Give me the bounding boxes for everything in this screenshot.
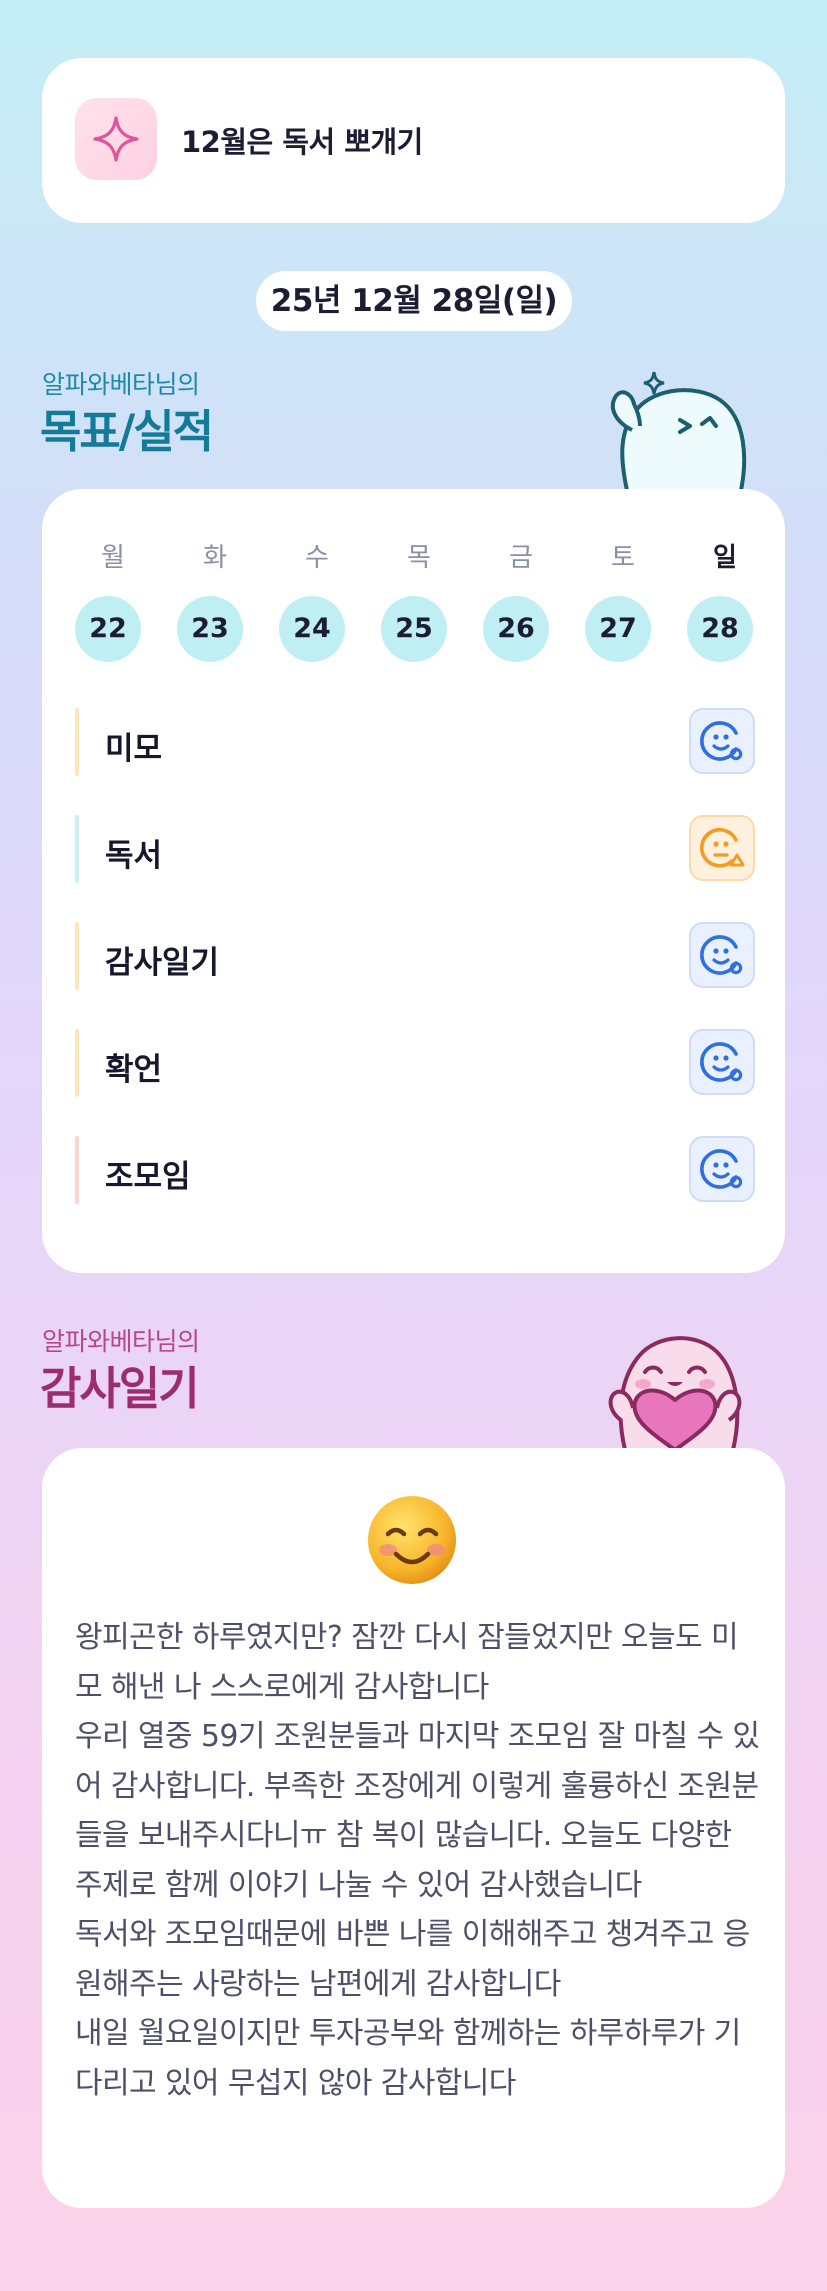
goals-section-title: 목표/실적 [40,405,214,458]
sparkle-icon [75,98,157,180]
goal-accent-bar [75,815,79,883]
day-25[interactable]: 25 [381,596,447,662]
day-23[interactable]: 23 [177,596,243,662]
weekday-fri: 금 [509,543,533,573]
goal-row-gratitude-journal[interactable]: 감사일기 [75,922,755,990]
gratitude-card: 왕피곤한 하루였지만? 잠깐 다시 잠들었지만 오늘도 미모 해낸 나 스스로에… [42,1448,785,2208]
day-27[interactable]: 27 [585,596,651,662]
goal-row-affirmation[interactable]: 확언 [75,1029,755,1097]
goal-accent-bar [75,1136,79,1204]
day-24[interactable]: 24 [279,596,345,662]
goals-card: 월 화 수 목 금 토 일 22 23 24 25 26 27 28 미모 독서 [42,489,785,1273]
goal-accent-bar [75,708,79,776]
date-label[interactable]: 25년 12월 28일(일) [256,271,572,331]
done-smile-icon[interactable] [689,922,755,988]
goal-accent-bar [75,922,79,990]
goal-label: 확언 [105,1052,163,1088]
goal-label: 조모임 [105,1159,191,1195]
goal-label: 감사일기 [105,945,220,981]
weekday-tue: 화 [203,543,227,573]
goal-label: 독서 [105,838,163,874]
weekday-sat: 토 [611,543,635,573]
mascot-heart-illustration [593,1320,758,1454]
weekday-sun: 일 [713,543,737,573]
partial-warning-icon[interactable] [689,815,755,881]
weekday-wed: 수 [305,543,329,573]
mascot-waving-illustration [598,360,758,499]
challenge-banner[interactable]: 12월은 독서 뽀개기 [42,58,785,223]
gratitude-entry-text: 왕피곤한 하루였지만? 잠깐 다시 잠들었지만 오늘도 미모 해낸 나 스스로에… [75,1620,760,2101]
day-26[interactable]: 26 [483,596,549,662]
day-22[interactable]: 22 [75,596,141,662]
goal-row-reading[interactable]: 독서 [75,815,755,883]
goal-row-group-meeting[interactable]: 조모임 [75,1136,755,1204]
day-28[interactable]: 28 [687,596,753,662]
challenge-title: 12월은 독서 뽀개기 [181,125,423,159]
done-smile-icon[interactable] [689,1136,755,1202]
smiling-face-icon [366,1494,458,1590]
weekday-thu: 목 [407,543,431,573]
gratitude-section-title: 감사일기 [40,1362,200,1415]
goal-accent-bar [75,1029,79,1097]
goal-label: 미모 [105,731,163,767]
goal-row-beauty[interactable]: 미모 [75,708,755,776]
weekday-mon: 월 [101,543,125,573]
done-smile-icon[interactable] [689,708,755,774]
done-smile-icon[interactable] [689,1029,755,1095]
